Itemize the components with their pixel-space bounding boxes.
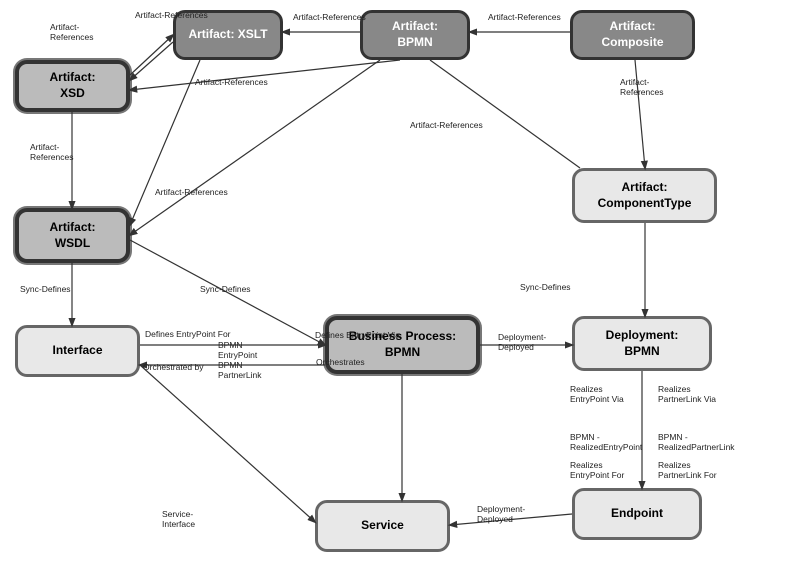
svg-text:BPMN: BPMN bbox=[218, 340, 243, 350]
svg-text:PartnerLink For: PartnerLink For bbox=[658, 470, 717, 480]
svg-text:Interface: Interface bbox=[162, 519, 195, 529]
svg-text:References: References bbox=[30, 152, 73, 162]
svg-text:RealizedPartnerLink: RealizedPartnerLink bbox=[658, 442, 735, 452]
svg-text:PartnerLink Via: PartnerLink Via bbox=[658, 394, 716, 404]
svg-text:EntryPoint: EntryPoint bbox=[218, 350, 258, 360]
node-wsdl: Artifact:WSDL bbox=[15, 208, 130, 263]
node-xslt: Artifact: XSLT bbox=[173, 10, 283, 60]
node-interface: Interface bbox=[15, 325, 140, 377]
svg-text:Sync-Defines: Sync-Defines bbox=[200, 284, 251, 294]
svg-text:BPMN -: BPMN - bbox=[570, 432, 600, 442]
svg-text:References: References bbox=[50, 32, 93, 42]
node-deployment-bpmn: Deployment:BPMN bbox=[572, 316, 712, 371]
svg-text:Deployment-: Deployment- bbox=[498, 332, 546, 342]
svg-text:Artifact-: Artifact- bbox=[30, 142, 59, 152]
svg-text:References: References bbox=[620, 87, 663, 97]
svg-text:Realizes: Realizes bbox=[658, 460, 691, 470]
svg-text:Artifact-References: Artifact-References bbox=[293, 12, 366, 22]
svg-text:EntryPoint Via: EntryPoint Via bbox=[570, 394, 624, 404]
node-composite: Artifact:Composite bbox=[570, 10, 695, 60]
svg-text:Realizes: Realizes bbox=[570, 384, 603, 394]
svg-text:Artifact-: Artifact- bbox=[50, 22, 79, 32]
node-service: Service bbox=[315, 500, 450, 552]
node-xsd: Artifact:XSD bbox=[15, 60, 130, 112]
svg-text:Deployment-: Deployment- bbox=[477, 504, 525, 514]
node-business-process: Business Process:BPMN bbox=[325, 316, 480, 374]
svg-text:Artifact-: Artifact- bbox=[620, 77, 649, 87]
svg-text:Realizes: Realizes bbox=[658, 384, 691, 394]
svg-text:Deployed: Deployed bbox=[477, 514, 513, 524]
svg-text:PartnerLink: PartnerLink bbox=[218, 370, 262, 380]
svg-text:Artifact-References: Artifact-References bbox=[155, 187, 228, 197]
svg-text:Deployed: Deployed bbox=[498, 342, 534, 352]
svg-text:EntryPoint For: EntryPoint For bbox=[570, 470, 624, 480]
svg-text:Sync-Defines: Sync-Defines bbox=[520, 282, 571, 292]
svg-text:Artifact-References: Artifact-References bbox=[488, 12, 561, 22]
svg-text:Realizes: Realizes bbox=[570, 460, 603, 470]
diagram: Artifact: XSLT Artifact:BPMN Artifact:Co… bbox=[0, 0, 808, 573]
svg-text:Artifact-References: Artifact-References bbox=[195, 77, 268, 87]
svg-text:BPMN -: BPMN - bbox=[658, 432, 688, 442]
svg-text:Service-: Service- bbox=[162, 509, 193, 519]
svg-text:Sync-Defines: Sync-Defines bbox=[20, 284, 71, 294]
node-component-type: Artifact:ComponentType bbox=[572, 168, 717, 223]
node-bpmn-artifact: Artifact:BPMN bbox=[360, 10, 470, 60]
svg-text:RealizedEntryPoint: RealizedEntryPoint bbox=[570, 442, 643, 452]
node-endpoint: Endpoint bbox=[572, 488, 702, 540]
svg-text:Defines EntryPoint For: Defines EntryPoint For bbox=[145, 329, 231, 339]
svg-text:Orchestrated by: Orchestrated by bbox=[143, 362, 204, 372]
svg-text:BPMN: BPMN bbox=[218, 360, 243, 370]
svg-text:Artifact-References: Artifact-References bbox=[410, 120, 483, 130]
